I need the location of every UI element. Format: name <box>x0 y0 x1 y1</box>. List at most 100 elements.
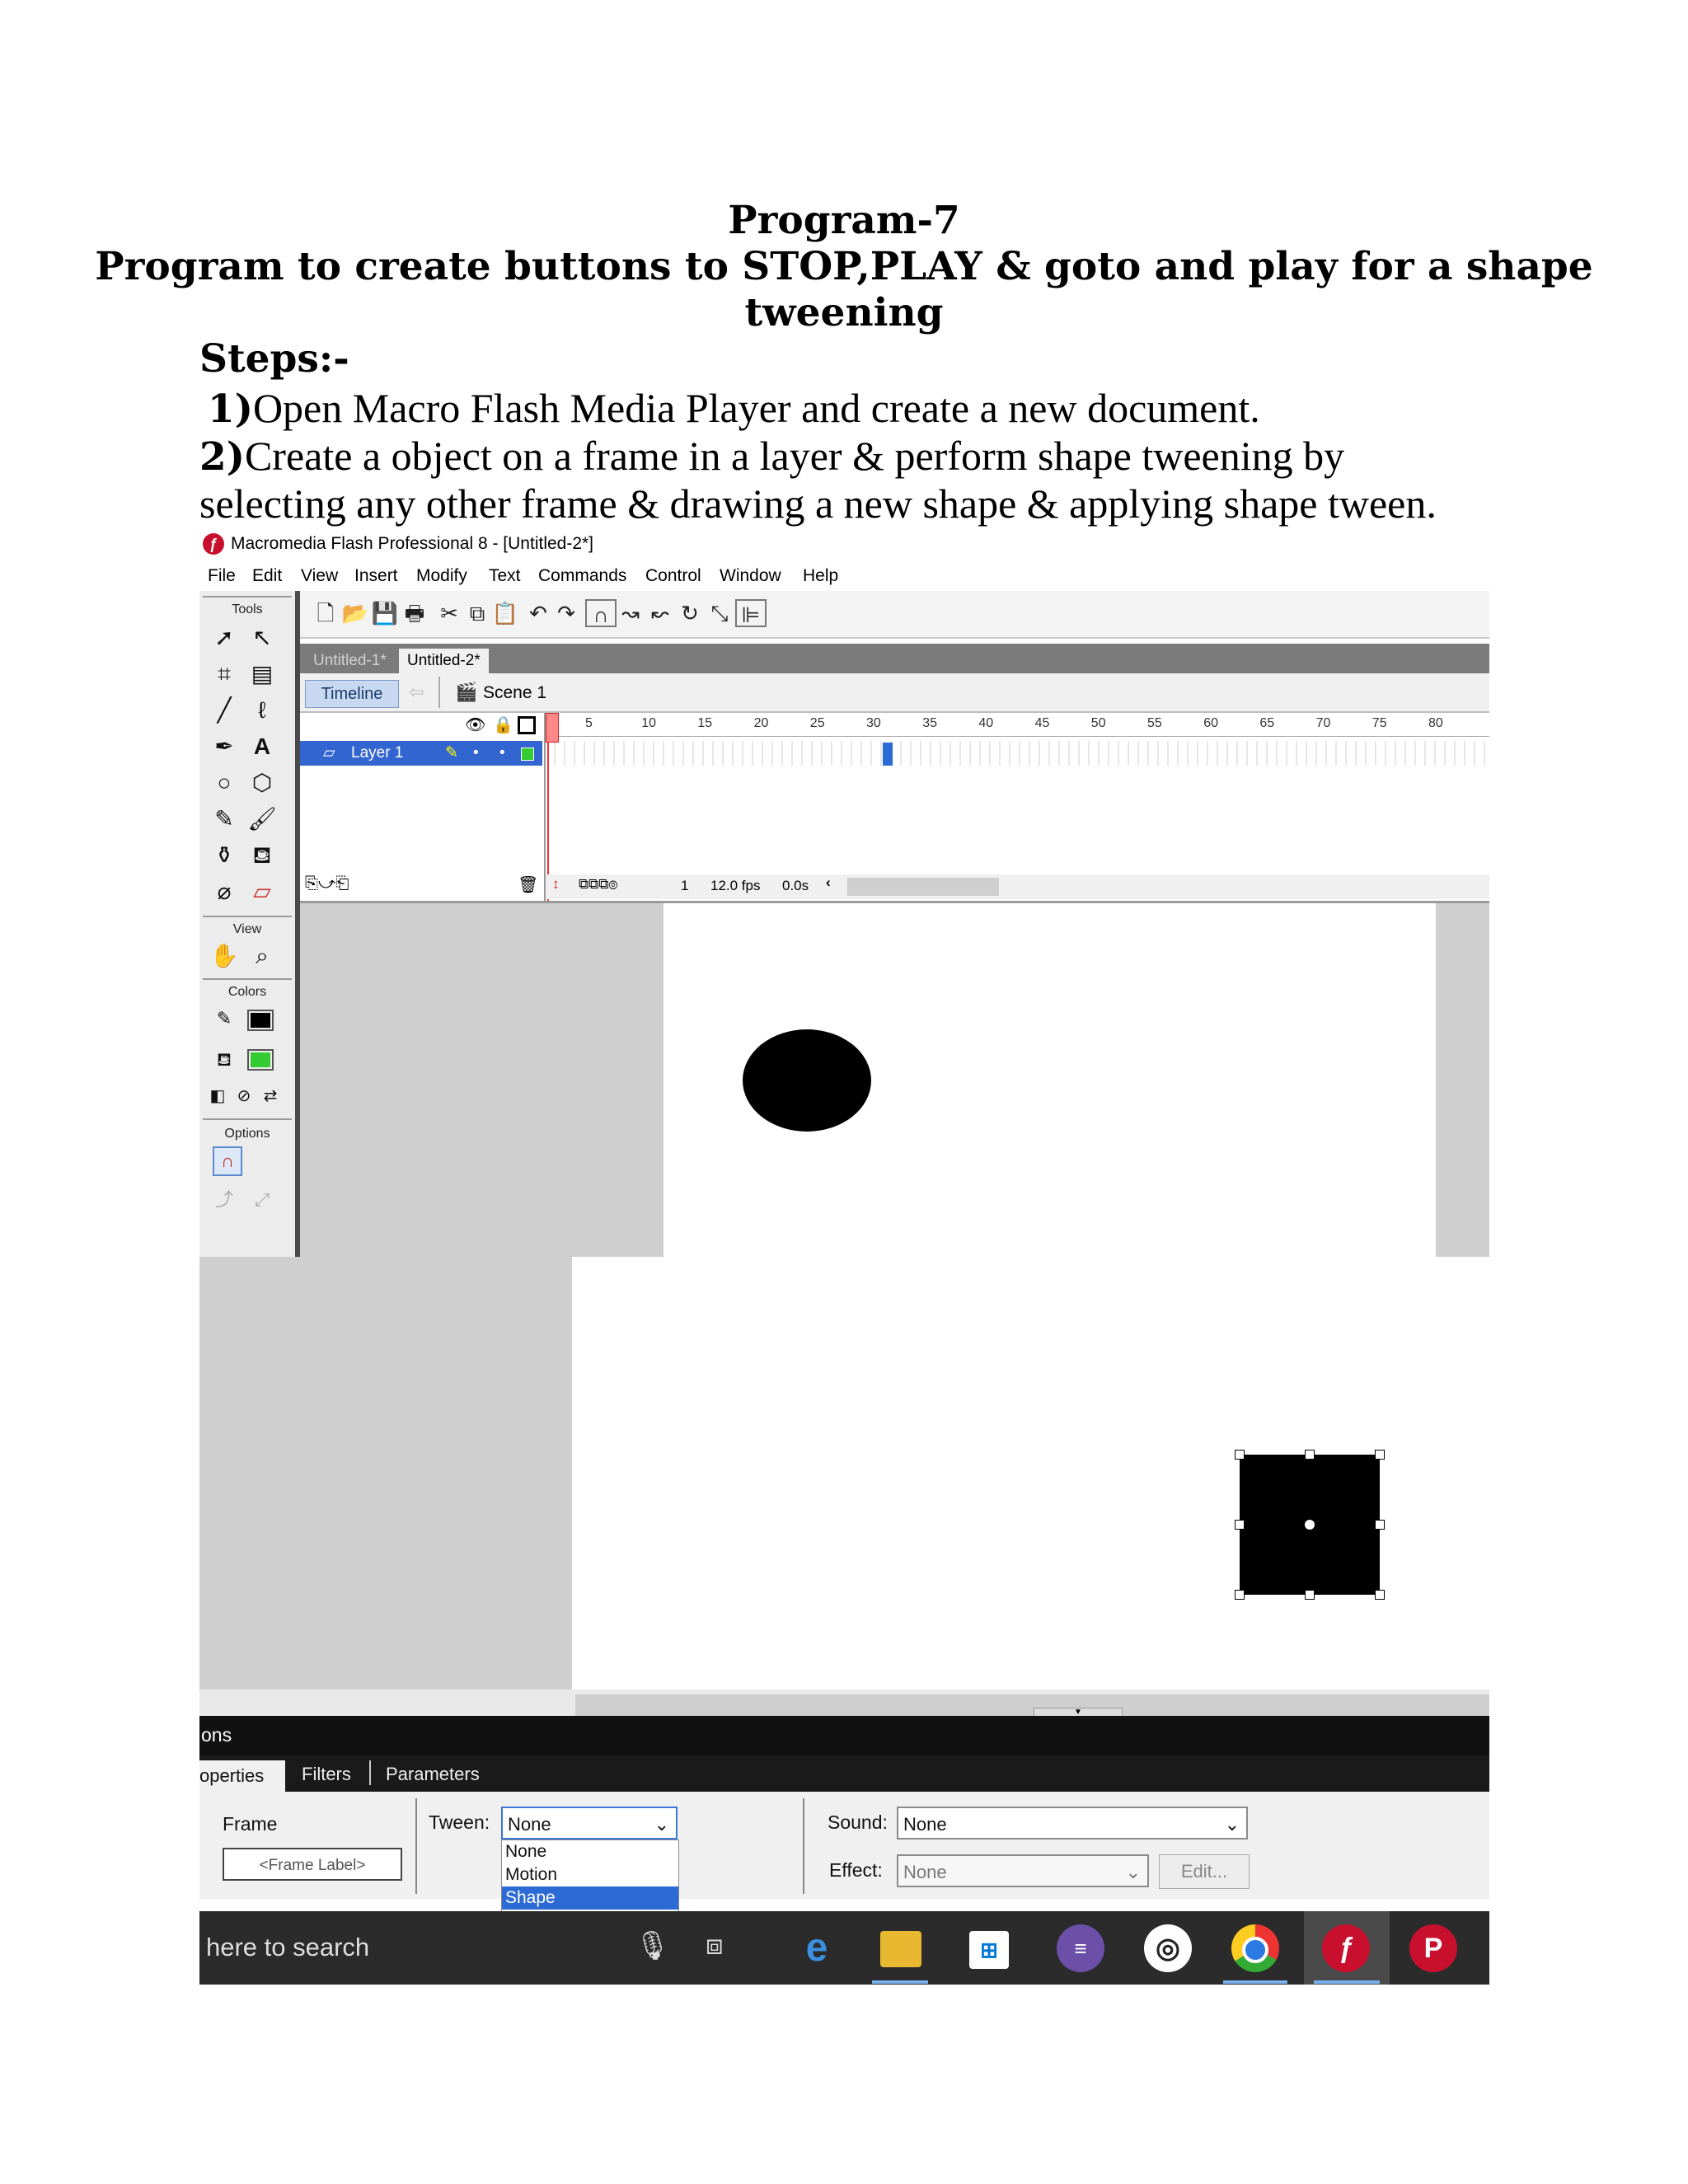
menu-text[interactable]: Text <box>489 566 521 586</box>
menu-modify[interactable]: Modify <box>416 566 467 586</box>
subselect-tool-icon[interactable]: ↖ <box>247 624 277 652</box>
powerpoint-icon[interactable]: P <box>1409 1924 1457 1972</box>
zoom-tool-icon[interactable]: ⌕ <box>247 942 277 970</box>
polystar-tool-icon[interactable]: ⬡ <box>247 769 277 797</box>
handle-nw[interactable] <box>1235 1450 1245 1460</box>
black-square-shape[interactable] <box>1235 1450 1385 1600</box>
line-tool-icon[interactable]: ╱ <box>209 696 239 724</box>
free-transform-tool-icon[interactable]: ⌗ <box>209 660 239 688</box>
menu-view[interactable]: View <box>301 566 338 586</box>
brush-tool-icon[interactable]: 🖌 <box>247 805 277 833</box>
layer-visible-dot[interactable]: • <box>473 741 479 766</box>
text-tool-icon[interactable]: A <box>247 733 277 761</box>
lock-icon[interactable]: 🔒 <box>493 715 513 735</box>
print-icon[interactable]: 🖶 <box>401 599 429 627</box>
insert-layer-icons[interactable]: ⎘⤻⎗ <box>305 874 349 893</box>
effect-select[interactable]: None ⌄ <box>897 1854 1149 1887</box>
menu-file[interactable]: File <box>208 566 236 586</box>
layer-row-1[interactable]: ▱ Layer 1 ✎ • • <box>300 741 542 766</box>
stage-scroll-thumb[interactable] <box>575 1694 1489 1716</box>
eclipse-icon[interactable]: ≡ <box>1057 1924 1104 1972</box>
layer-outline-color[interactable] <box>521 748 534 761</box>
fill-transform-tool-icon[interactable]: ▤ <box>247 660 277 688</box>
handle-w[interactable] <box>1235 1520 1245 1530</box>
paint-bucket-tool-icon[interactable]: ⛾ <box>247 841 277 869</box>
tab-properties[interactable]: operties <box>199 1760 285 1792</box>
menu-insert[interactable]: Insert <box>354 566 398 586</box>
snap-to-objects-icon[interactable]: ∩ <box>585 599 617 627</box>
copy-icon[interactable]: ⧉ <box>463 599 491 627</box>
sound-select[interactable]: None ⌄ <box>897 1807 1248 1840</box>
stroke-color-swatch[interactable] <box>247 1010 274 1031</box>
paste-icon[interactable]: 📋 <box>491 599 519 627</box>
tab-filters[interactable]: Filters <box>302 1764 351 1785</box>
lasso-tool-icon[interactable]: ℓ <box>247 696 277 724</box>
transform-center-point[interactable] <box>1305 1520 1315 1530</box>
timeline-toggle-button[interactable]: Timeline <box>305 680 399 708</box>
taskbar-search-box[interactable]: here to search <box>206 1933 369 1962</box>
pen-tool-icon[interactable]: ✒ <box>209 733 239 761</box>
tween-option-motion[interactable]: Motion <box>502 1863 678 1886</box>
task-view-icon[interactable]: ⧈ <box>706 1929 724 1961</box>
handle-s[interactable] <box>1305 1590 1315 1600</box>
straighten-icon[interactable]: ↜ <box>646 599 674 627</box>
frame-label-input[interactable]: <Frame Label> <box>223 1848 402 1881</box>
onion-skin-icons[interactable]: ⧉⧉⧉⦾ <box>579 876 618 893</box>
timeline-scrollbar-thumb[interactable] <box>847 878 999 896</box>
save-icon[interactable]: 💾 <box>371 599 399 627</box>
handle-ne[interactable] <box>1375 1450 1385 1460</box>
eye-icon[interactable]: 👁 <box>465 715 485 735</box>
menu-edit[interactable]: Edit <box>252 566 282 586</box>
undo-icon[interactable]: ↶ <box>524 599 552 627</box>
back-arrow-icon[interactable]: ⇦ <box>409 682 424 703</box>
smooth-icon[interactable]: ↝ <box>617 599 645 627</box>
layer-lock-dot[interactable]: • <box>499 741 505 766</box>
outline-icon[interactable] <box>518 716 536 734</box>
cut-icon[interactable]: ✂ <box>435 599 463 627</box>
align-icon[interactable]: ⊫ <box>735 599 767 627</box>
handle-e[interactable] <box>1375 1520 1385 1530</box>
no-color-icon[interactable]: ⊘ <box>229 1082 259 1110</box>
stage-horizontal-scrollbar[interactable]: ▼ <box>199 1690 1489 1718</box>
eyedropper-tool-icon[interactable]: ⌀ <box>209 878 239 906</box>
center-frame-icon[interactable]: ↕ <box>552 876 560 893</box>
microphone-icon[interactable]: 🎙 <box>635 1929 670 1962</box>
file-explorer-icon[interactable] <box>880 1931 921 1967</box>
handle-sw[interactable] <box>1235 1590 1245 1600</box>
scale-icon[interactable]: ⤡ <box>706 599 734 627</box>
menu-commands[interactable]: Commands <box>538 566 626 586</box>
oval-tool-icon[interactable]: ○ <box>209 769 239 797</box>
arrow-tool-icon[interactable]: ➚ <box>209 624 239 652</box>
fill-color-swatch[interactable] <box>247 1049 274 1071</box>
tween-option-none[interactable]: None <box>502 1840 678 1863</box>
playhead-handle[interactable] <box>546 713 559 743</box>
store-icon[interactable]: ⊞ <box>969 1931 1009 1969</box>
hand-tool-icon[interactable]: ✋ <box>209 942 239 970</box>
snap-magnet-icon[interactable]: ∩ <box>213 1146 242 1176</box>
tab-parameters[interactable]: Parameters <box>386 1764 480 1785</box>
swap-colors-icon[interactable]: ⇄ <box>256 1082 285 1110</box>
menu-window[interactable]: Window <box>720 566 781 586</box>
edge-browser-icon[interactable]: e <box>793 1924 841 1972</box>
tab-untitled-2[interactable]: Untitled-2* <box>399 649 489 673</box>
open-file-icon[interactable]: 📂 <box>341 599 369 627</box>
delete-layer-icon[interactable]: 🗑 <box>518 874 538 895</box>
selected-frame[interactable] <box>883 743 893 766</box>
media-target-icon[interactable]: ◎ <box>1144 1924 1192 1972</box>
tween-option-shape[interactable]: Shape <box>502 1886 678 1910</box>
pencil-tool-icon[interactable]: ✎ <box>209 805 239 833</box>
scroll-left-icon[interactable]: ‹ <box>826 874 831 891</box>
tween-select[interactable]: None ⌄ <box>501 1807 678 1840</box>
handle-n[interactable] <box>1305 1450 1315 1460</box>
default-colors-icon[interactable]: ◧ <box>203 1082 232 1110</box>
redo-icon[interactable]: ↷ <box>552 599 580 627</box>
new-file-icon[interactable]: 🗋 <box>312 599 340 627</box>
rotate-icon[interactable]: ↻ <box>676 599 704 627</box>
straighten-option-icon[interactable]: ⤢ <box>247 1186 277 1214</box>
tab-untitled-1[interactable]: Untitled-1* <box>305 649 395 673</box>
smooth-option-icon[interactable]: ⤴ <box>209 1186 239 1214</box>
menu-help[interactable]: Help <box>803 566 838 586</box>
flash-taskbar-icon[interactable]: ƒ <box>1322 1924 1370 1972</box>
ink-bottle-tool-icon[interactable]: ⚱ <box>209 841 239 869</box>
eraser-tool-icon[interactable]: ▱ <box>247 878 277 906</box>
